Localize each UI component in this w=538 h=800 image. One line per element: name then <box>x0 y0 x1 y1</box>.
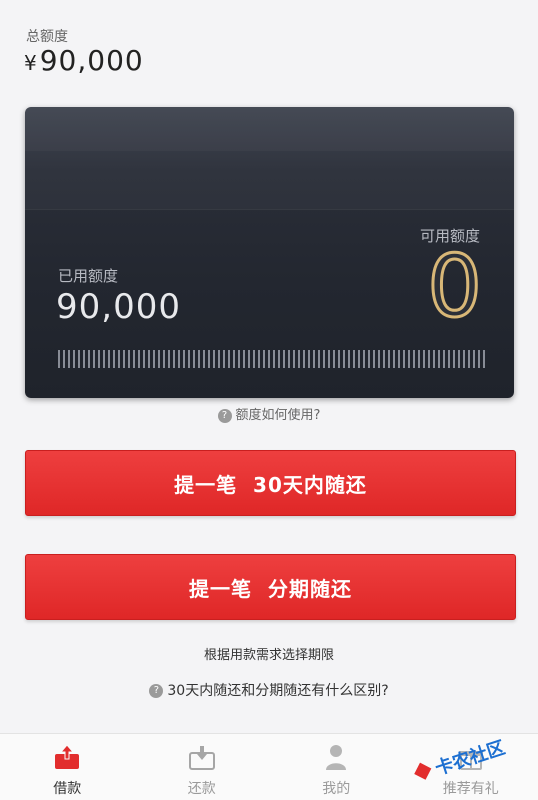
profile-icon <box>326 745 347 770</box>
card-band-top <box>25 107 514 151</box>
tab-profile[interactable]: 我的 <box>269 734 404 800</box>
difference-faq-text: 30天内随还和分期随还有什么区别? <box>167 683 389 699</box>
card-tick-strip <box>58 350 487 368</box>
currency-symbol: ¥ <box>24 51 38 75</box>
bottom-tab-bar: 借款 还款 我的 推荐有礼 <box>0 733 538 800</box>
tab-referral[interactable]: 推荐有礼 <box>404 734 538 800</box>
credit-usage-help-link[interactable]: ? 额度如何使用? <box>0 404 538 423</box>
used-credit-label: 已用额度 <box>58 267 119 285</box>
total-credit-value: ¥90,000 <box>24 44 144 77</box>
repay-icon <box>188 746 215 770</box>
tab-borrow-label: 借款 <box>53 781 82 797</box>
borrow-installment-button[interactable]: 提一笔 分期随还 <box>25 554 516 620</box>
credit-usage-help-text: 额度如何使用? <box>235 408 321 423</box>
tab-profile-label: 我的 <box>322 781 351 797</box>
difference-faq-link[interactable]: ? 30天内随还和分期随还有什么区别? <box>0 680 538 700</box>
used-credit-value: 90,000 <box>56 287 181 327</box>
total-credit-amount: 90,000 <box>39 44 144 77</box>
question-icon: ? <box>217 408 232 423</box>
tab-referral-label: 推荐有礼 <box>442 781 499 797</box>
tab-repay[interactable]: 还款 <box>135 734 270 800</box>
question-icon: ? <box>149 684 164 698</box>
available-credit-value: 0 <box>426 236 484 339</box>
term-hint-text: 根据用款需求选择期限 <box>203 648 334 663</box>
total-credit-label: 总额度 <box>26 29 68 45</box>
borrow-30days-button[interactable]: 提一笔 30天内随还 <box>25 450 516 516</box>
tab-borrow[interactable]: 借款 <box>0 734 135 800</box>
borrow-icon <box>55 744 80 769</box>
credit-card-panel: 已用额度 90,000 可用额度 0 <box>25 107 514 398</box>
tab-repay-label: 还款 <box>187 781 216 797</box>
borrow-installment-button-label: 提一笔 分期随还 <box>189 576 352 601</box>
card-band-middle <box>25 151 514 210</box>
borrow-30days-button-label: 提一笔 30天内随还 <box>174 472 367 497</box>
gift-icon <box>458 751 483 770</box>
